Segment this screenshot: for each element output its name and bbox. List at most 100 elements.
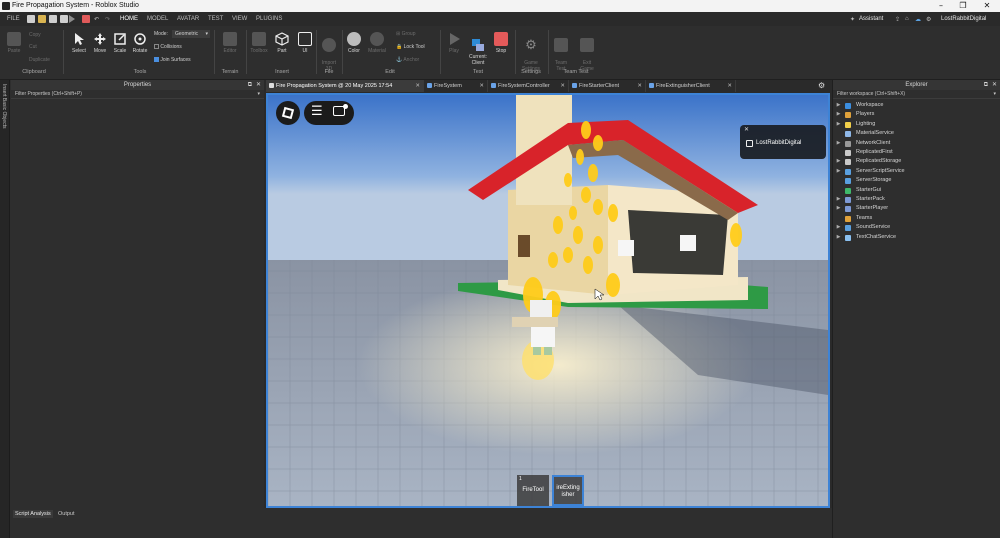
settings-icon[interactable]: ⚙ [926,16,931,23]
cut-button[interactable]: Cut [29,44,37,50]
explorer-item[interactable]: ServerStorage [833,176,1000,185]
explorer-item[interactable]: ▶ StarterPack [833,195,1000,204]
expand-arrow-icon[interactable]: ▶ [836,233,841,242]
tab-script-analysis[interactable]: Script Analysis [13,510,53,518]
expand-arrow-icon[interactable]: ▶ [836,157,841,166]
new-file-icon[interactable] [27,15,35,23]
tab-firesystem[interactable]: FireSystem ✕ [424,80,488,92]
explorer-item[interactable]: ▶ Players [833,110,1000,119]
roblox-menu-button[interactable] [276,101,300,125]
tab-model[interactable]: MODEL [147,16,168,22]
cloud-icon[interactable]: ☁ [915,16,921,23]
properties-filter-input[interactable]: Filter Properties (Ctrl+Shift+P) ▾ [11,90,264,99]
anchor-button[interactable]: ⚓ Anchor [396,57,419,63]
file-menu[interactable]: FILE [7,16,20,22]
undo-icon[interactable]: ↶ [94,16,99,23]
tab-home[interactable]: HOME [120,16,138,22]
game-icon[interactable]: ⌂ [905,16,909,22]
scale-button[interactable]: Scale [110,32,130,54]
tab-place[interactable]: Fire Propagation System @ 20 May 2025 17… [266,80,424,92]
expand-arrow-icon[interactable]: ▶ [836,120,841,129]
tab-output[interactable]: Output [58,511,75,517]
expand-arrow-icon[interactable]: ▶ [836,139,841,148]
part-button[interactable]: Part [272,32,292,54]
expand-arrow-icon[interactable]: ▶ [836,223,841,232]
close-icon[interactable]: ✕ [976,0,998,12]
stop-button[interactable]: Stop [492,32,510,54]
paste-button[interactable]: Paste [5,32,23,54]
tab-close-icon[interactable]: ✕ [637,80,642,92]
tab-test[interactable]: TEST [208,16,223,22]
tab-avatar[interactable]: AVATAR [177,16,199,22]
tab-plugins[interactable]: PLUGINS [256,16,282,22]
save-icon[interactable] [49,15,57,23]
play-small-icon[interactable] [69,15,75,23]
expand-arrow-icon[interactable]: ▶ [836,110,841,119]
explorer-item[interactable]: ▶ Lighting [833,120,1000,129]
tab-close-icon[interactable]: ✕ [415,80,420,92]
explorer-filter-input[interactable]: Filter workspace (Ctrl+Shift+X) ▾ [833,90,1000,99]
explorer-item[interactable]: StarterGui [833,186,1000,195]
tab-firesystemcontroller[interactable]: FireSystemController ✕ [488,80,569,92]
group-button[interactable]: ⊞ Group [396,31,416,37]
copy-button[interactable]: Copy [29,32,41,38]
panel-close-icon[interactable]: ✕ [992,80,997,90]
game-viewport[interactable]: ☰ ✕ LostRabbitDigital 1 FireTool ireExti… [266,93,830,508]
ui-button[interactable]: UI [296,32,314,54]
import-3d-button[interactable]: Import 3D [318,32,340,72]
game-settings-button[interactable]: ⚙ Game Settings [518,32,544,73]
duplicate-button[interactable]: Duplicate [29,57,50,63]
toolbox-button[interactable]: Toolbox [248,32,270,54]
hotbar-slot-fireextinguisher[interactable]: ireExting isher [552,475,584,506]
explorer-item[interactable]: ReplicatedFirst [833,148,1000,157]
player-list-close-icon[interactable]: ✕ [744,126,749,133]
chevron-down-icon[interactable]: ▾ [257,90,260,99]
tab-close-icon[interactable]: ✕ [479,80,484,92]
explorer-item[interactable]: ▶ ServerScriptService [833,167,1000,176]
user-account-button[interactable]: LostRabbitDigital [941,16,986,22]
color-button[interactable]: Color [344,32,364,54]
chevron-down-icon[interactable]: ▾ [993,90,996,99]
join-surfaces-checkbox[interactable] [154,57,159,63]
collisions-checkbox[interactable] [154,44,159,50]
maximize-icon[interactable]: ❐ [952,0,974,12]
insert-basic-objects-tab[interactable]: Insert Basic Objects [1,84,7,128]
move-button[interactable]: Move [90,32,110,54]
undock-icon[interactable]: ⧉ [248,80,252,90]
explorer-item[interactable]: ▶ ReplicatedStorage [833,157,1000,166]
explorer-item[interactable]: ▶ StarterPlayer [833,204,1000,213]
select-button[interactable]: Select [68,32,90,54]
hamburger-menu-icon[interactable]: ☰ [311,104,323,119]
panel-close-icon[interactable]: ✕ [256,80,261,90]
tab-view[interactable]: VIEW [232,16,247,22]
join-surfaces-toggle[interactable]: Join Surfaces [154,57,191,63]
explorer-item[interactable]: ▶ SoundService [833,223,1000,232]
tab-firestarterclient[interactable]: FireStarterClient ✕ [569,80,646,92]
expand-arrow-icon[interactable]: ▶ [836,204,841,213]
explorer-item[interactable]: ▶ NetworkClient [833,139,1000,148]
undock-icon[interactable]: ⧉ [984,80,988,90]
rotate-button[interactable]: Rotate [130,32,150,54]
expand-arrow-icon[interactable]: ▶ [836,195,841,204]
tab-fireextinguisherclient[interactable]: FireExtinguisherClient ✕ [646,80,736,92]
collisions-toggle[interactable]: Collisions [154,44,182,50]
redo-icon[interactable]: ↷ [105,16,110,23]
publish-icon[interactable] [60,15,68,23]
settings-gear-icon[interactable]: ⚙ [818,81,825,90]
open-file-icon[interactable] [38,15,46,23]
expand-arrow-icon[interactable]: ▶ [836,167,841,176]
exit-game-button[interactable]: Exit Game [576,32,598,72]
tab-close-icon[interactable]: ✕ [560,80,565,92]
player-name[interactable]: LostRabbitDigital [756,140,801,146]
explorer-item[interactable]: ▶ Workspace [833,101,1000,110]
explorer-item[interactable]: Teams [833,214,1000,223]
assistant-button[interactable]: Assistant [859,16,883,22]
material-button[interactable]: Material [366,32,388,54]
lock-tool-button[interactable]: 🔒 Lock Tool [396,44,425,50]
terrain-editor-button[interactable]: Editor [219,32,241,54]
assistant-icon[interactable]: ✦ [850,16,855,23]
share-icon[interactable]: ⇪ [895,16,900,23]
mode-dropdown[interactable]: Geometric ▾ [172,30,210,38]
stop-small-icon[interactable] [82,15,90,23]
current-client-button[interactable]: Current: Client [466,32,490,72]
